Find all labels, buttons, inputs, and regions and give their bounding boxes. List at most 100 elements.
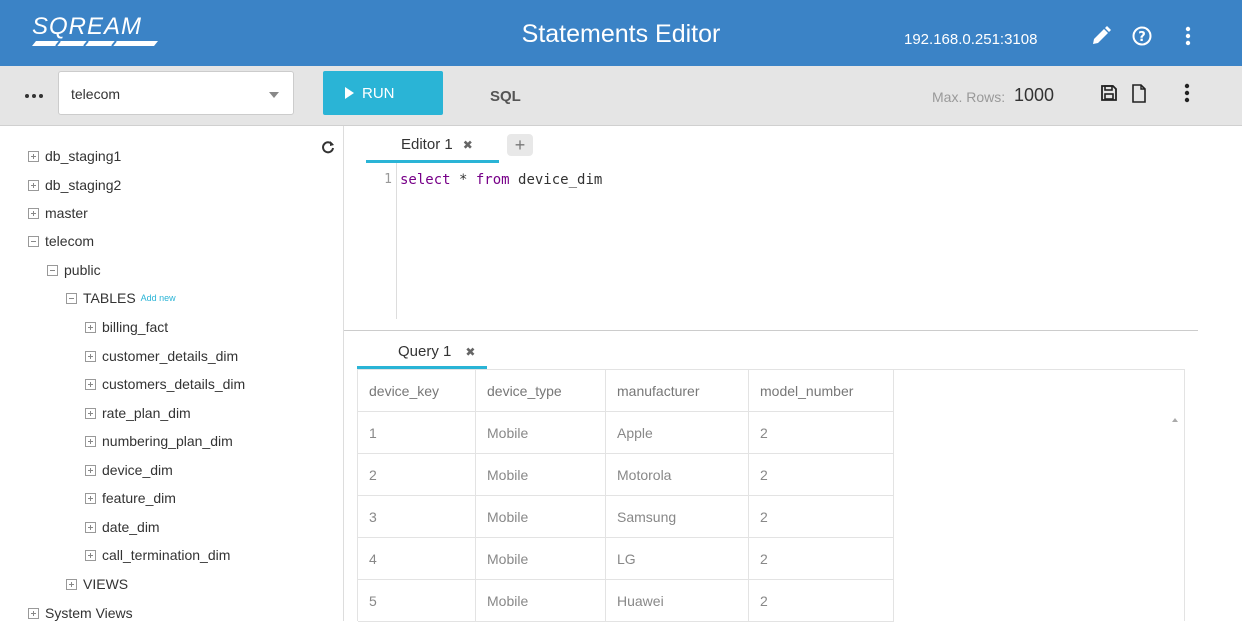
tree-item-public[interactable]: public bbox=[47, 262, 101, 278]
refresh-icon[interactable] bbox=[321, 140, 335, 157]
help-icon[interactable]: ? bbox=[1130, 24, 1154, 48]
expand-icon[interactable] bbox=[28, 150, 39, 162]
tree-item-table[interactable]: numbering_plan_dim bbox=[85, 433, 233, 449]
tree-item-tables[interactable]: TABLES Add new bbox=[66, 290, 176, 306]
results-table: device_key device_type manufacturer mode… bbox=[357, 369, 1185, 622]
tree-item-telecom[interactable]: telecom bbox=[28, 233, 94, 249]
expand-icon[interactable] bbox=[85, 464, 96, 476]
table-cell: 3 bbox=[358, 496, 476, 538]
table-row[interactable]: 4 Mobile LG 2 bbox=[358, 538, 894, 580]
toolbar: telecom RUN SQL Max. Rows: 1000 bbox=[0, 66, 1242, 126]
expand-icon[interactable] bbox=[85, 350, 96, 362]
table-cell: Mobile bbox=[476, 538, 606, 580]
toolbar-more-icon[interactable] bbox=[1176, 82, 1198, 104]
tree-item-table[interactable]: feature_dim bbox=[85, 490, 176, 506]
expand-icon[interactable] bbox=[85, 521, 96, 533]
tree-item-views[interactable]: VIEWS bbox=[66, 576, 128, 592]
table-row[interactable]: 1 Mobile Apple 2 bbox=[358, 412, 894, 454]
run-button[interactable]: RUN bbox=[323, 71, 443, 115]
line-number: 1 bbox=[384, 172, 392, 187]
code-line[interactable]: select * from device_dim bbox=[400, 172, 602, 188]
page-title: Statements Editor bbox=[521, 20, 721, 48]
tree-item-table[interactable]: date_dim bbox=[85, 519, 160, 535]
expand-icon[interactable] bbox=[85, 492, 96, 504]
table-cell: 4 bbox=[358, 538, 476, 580]
table-cell: Mobile bbox=[476, 412, 606, 454]
table-cell: Huawei bbox=[606, 580, 749, 622]
table-row[interactable]: 2 Mobile Motorola 2 bbox=[358, 454, 894, 496]
expand-icon[interactable] bbox=[85, 321, 96, 333]
sql-editor[interactable]: 1 select * from device_dim bbox=[366, 163, 1186, 319]
expand-icon[interactable] bbox=[28, 607, 39, 619]
table-cell: Samsung bbox=[606, 496, 749, 538]
chevron-down-icon bbox=[269, 92, 279, 98]
pane-splitter[interactable] bbox=[344, 330, 1198, 331]
max-rows-value[interactable]: 1000 bbox=[1014, 85, 1054, 106]
column-header[interactable]: device_key bbox=[358, 370, 476, 412]
expand-icon[interactable] bbox=[85, 378, 96, 390]
save-icon[interactable] bbox=[1098, 82, 1120, 104]
more-horizontal-icon[interactable] bbox=[24, 88, 44, 99]
tree-item-table[interactable]: customers_details_dim bbox=[85, 376, 245, 392]
tree-item-db-staging1[interactable]: db_staging1 bbox=[28, 148, 121, 164]
expand-icon[interactable] bbox=[66, 578, 77, 590]
add-tab-button[interactable]: + bbox=[507, 134, 533, 156]
more-vertical-icon[interactable] bbox=[1176, 24, 1200, 48]
tree-item-master[interactable]: master bbox=[28, 205, 88, 221]
max-rows-label: Max. Rows: bbox=[932, 89, 1006, 105]
table-cell: 2 bbox=[749, 412, 894, 454]
tree-item-table[interactable]: billing_fact bbox=[85, 319, 168, 335]
tab-editor-1[interactable]: Editor 1 ✖ bbox=[401, 136, 473, 153]
tree-item-table[interactable]: customer_details_dim bbox=[85, 348, 238, 364]
table-cell: Mobile bbox=[476, 454, 606, 496]
table-header: device_key device_type manufacturer mode… bbox=[358, 370, 894, 412]
table-cell: 2 bbox=[749, 538, 894, 580]
keyword-from: from bbox=[475, 172, 510, 188]
expand-icon[interactable] bbox=[85, 435, 96, 447]
collapse-icon[interactable] bbox=[28, 235, 39, 247]
code-token: * bbox=[450, 172, 476, 188]
keyword-select: select bbox=[400, 172, 451, 188]
column-header[interactable]: device_type bbox=[476, 370, 606, 412]
table-cell: 2 bbox=[749, 580, 894, 622]
expand-icon[interactable] bbox=[85, 549, 96, 561]
tab-query-1[interactable]: Query 1 ✖ bbox=[398, 343, 475, 360]
add-new-table-link[interactable]: Add new bbox=[141, 293, 176, 303]
tree-item-system-views[interactable]: System Views bbox=[28, 605, 133, 621]
tree-item-table[interactable]: rate_plan_dim bbox=[85, 405, 191, 421]
table-cell: Mobile bbox=[476, 496, 606, 538]
table-cell: Apple bbox=[606, 412, 749, 454]
collapse-icon[interactable] bbox=[47, 264, 58, 276]
table-cell: 1 bbox=[358, 412, 476, 454]
sqream-logo: SQREAM bbox=[30, 10, 170, 50]
table-row[interactable]: 5 Mobile Huawei 2 bbox=[358, 580, 894, 622]
close-icon[interactable]: ✖ bbox=[465, 345, 475, 359]
new-file-icon[interactable] bbox=[1128, 82, 1150, 104]
expand-icon[interactable] bbox=[85, 407, 96, 419]
database-select[interactable]: telecom bbox=[58, 71, 294, 115]
table-cell: 5 bbox=[358, 580, 476, 622]
expand-icon[interactable] bbox=[28, 207, 39, 219]
mode-label: SQL bbox=[490, 88, 521, 105]
pencil-icon[interactable] bbox=[1089, 24, 1113, 48]
play-icon bbox=[345, 87, 354, 99]
run-button-label: RUN bbox=[362, 84, 395, 102]
table-row[interactable]: 3 Mobile Samsung 2 bbox=[358, 496, 894, 538]
collapse-icon[interactable] bbox=[66, 292, 77, 304]
tree-item-table[interactable]: device_dim bbox=[85, 462, 173, 478]
expand-icon[interactable] bbox=[28, 179, 39, 191]
tree-item-table[interactable]: call_termination_dim bbox=[85, 547, 230, 563]
close-icon[interactable]: ✖ bbox=[463, 138, 473, 152]
column-header[interactable]: manufacturer bbox=[606, 370, 749, 412]
line-gutter: 1 bbox=[366, 163, 397, 319]
database-tree: db_staging1 db_staging2 master telecom p… bbox=[0, 126, 344, 621]
table-cell: Mobile bbox=[476, 580, 606, 622]
scroll-up-icon[interactable] bbox=[1172, 418, 1178, 422]
tree-item-db-staging2[interactable]: db_staging2 bbox=[28, 177, 121, 193]
app-header: SQREAM Statements Editor 192.168.0.251:3… bbox=[0, 0, 1242, 66]
table-cell: 2 bbox=[749, 454, 894, 496]
table-cell: LG bbox=[606, 538, 749, 580]
database-select-value: telecom bbox=[71, 86, 121, 102]
column-header[interactable]: model_number bbox=[749, 370, 894, 412]
table-cell: 2 bbox=[749, 496, 894, 538]
